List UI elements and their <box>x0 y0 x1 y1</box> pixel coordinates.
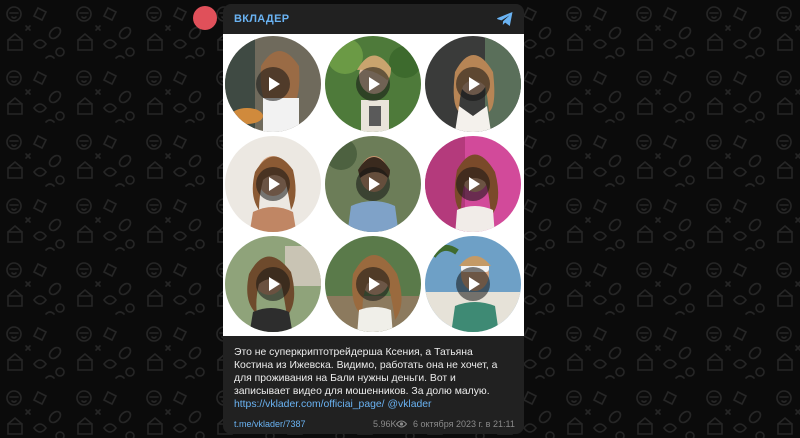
caption-link-line: https://vklader.com/officiai_page/ @vkla… <box>234 398 516 411</box>
caption-line: записывает видео для мошенников. За долю… <box>234 386 490 397</box>
play-icon[interactable] <box>456 267 490 301</box>
play-icon[interactable] <box>356 167 390 201</box>
play-icon[interactable] <box>256 167 290 201</box>
caption-line: Это не суперкриптотрейдерша Ксения, а Та… <box>234 347 473 358</box>
video-tile[interactable] <box>224 235 322 333</box>
eye-icon <box>396 420 407 428</box>
post-caption: Это не суперкриптотрейдерша Ксения, а Та… <box>234 346 516 411</box>
video-tile[interactable] <box>424 135 522 233</box>
video-tile[interactable] <box>224 135 322 233</box>
view-count: 5.96K <box>373 419 397 429</box>
play-icon[interactable] <box>356 67 390 101</box>
video-tile[interactable] <box>424 235 522 333</box>
video-tile[interactable] <box>324 135 422 233</box>
play-icon[interactable] <box>456 167 490 201</box>
channel-mention-link[interactable]: @vklader <box>387 399 431 410</box>
caption-line: для проживания на Бали нужны деньги. Вот… <box>234 373 456 384</box>
play-icon[interactable] <box>356 267 390 301</box>
video-grid <box>223 34 524 336</box>
telegram-icon[interactable] <box>496 11 514 27</box>
external-link[interactable]: https://vklader.com/officiai_page/ <box>234 399 385 410</box>
channel-post: ВКЛАДЕР Это не суперкриптотрейдерша Ксен… <box>223 4 524 434</box>
play-icon[interactable] <box>456 67 490 101</box>
video-tile[interactable] <box>424 35 522 133</box>
post-header: ВКЛАДЕР <box>223 4 524 34</box>
caption-line: Костина из Ижевска. Видимо, работать она… <box>234 360 498 371</box>
post-footer: t.me/vklader/7387 5.96K 6 октября 2023 г… <box>234 418 515 432</box>
play-icon[interactable] <box>256 67 290 101</box>
post-date: 6 октября 2023 г. в 21:11 <box>413 419 515 429</box>
video-tile[interactable] <box>324 35 422 133</box>
video-tile[interactable] <box>224 35 322 133</box>
post-permalink[interactable]: t.me/vklader/7387 <box>234 419 306 429</box>
play-icon[interactable] <box>256 267 290 301</box>
channel-name[interactable]: ВКЛАДЕР <box>234 13 289 25</box>
channel-avatar[interactable] <box>193 6 217 30</box>
video-tile[interactable] <box>324 235 422 333</box>
